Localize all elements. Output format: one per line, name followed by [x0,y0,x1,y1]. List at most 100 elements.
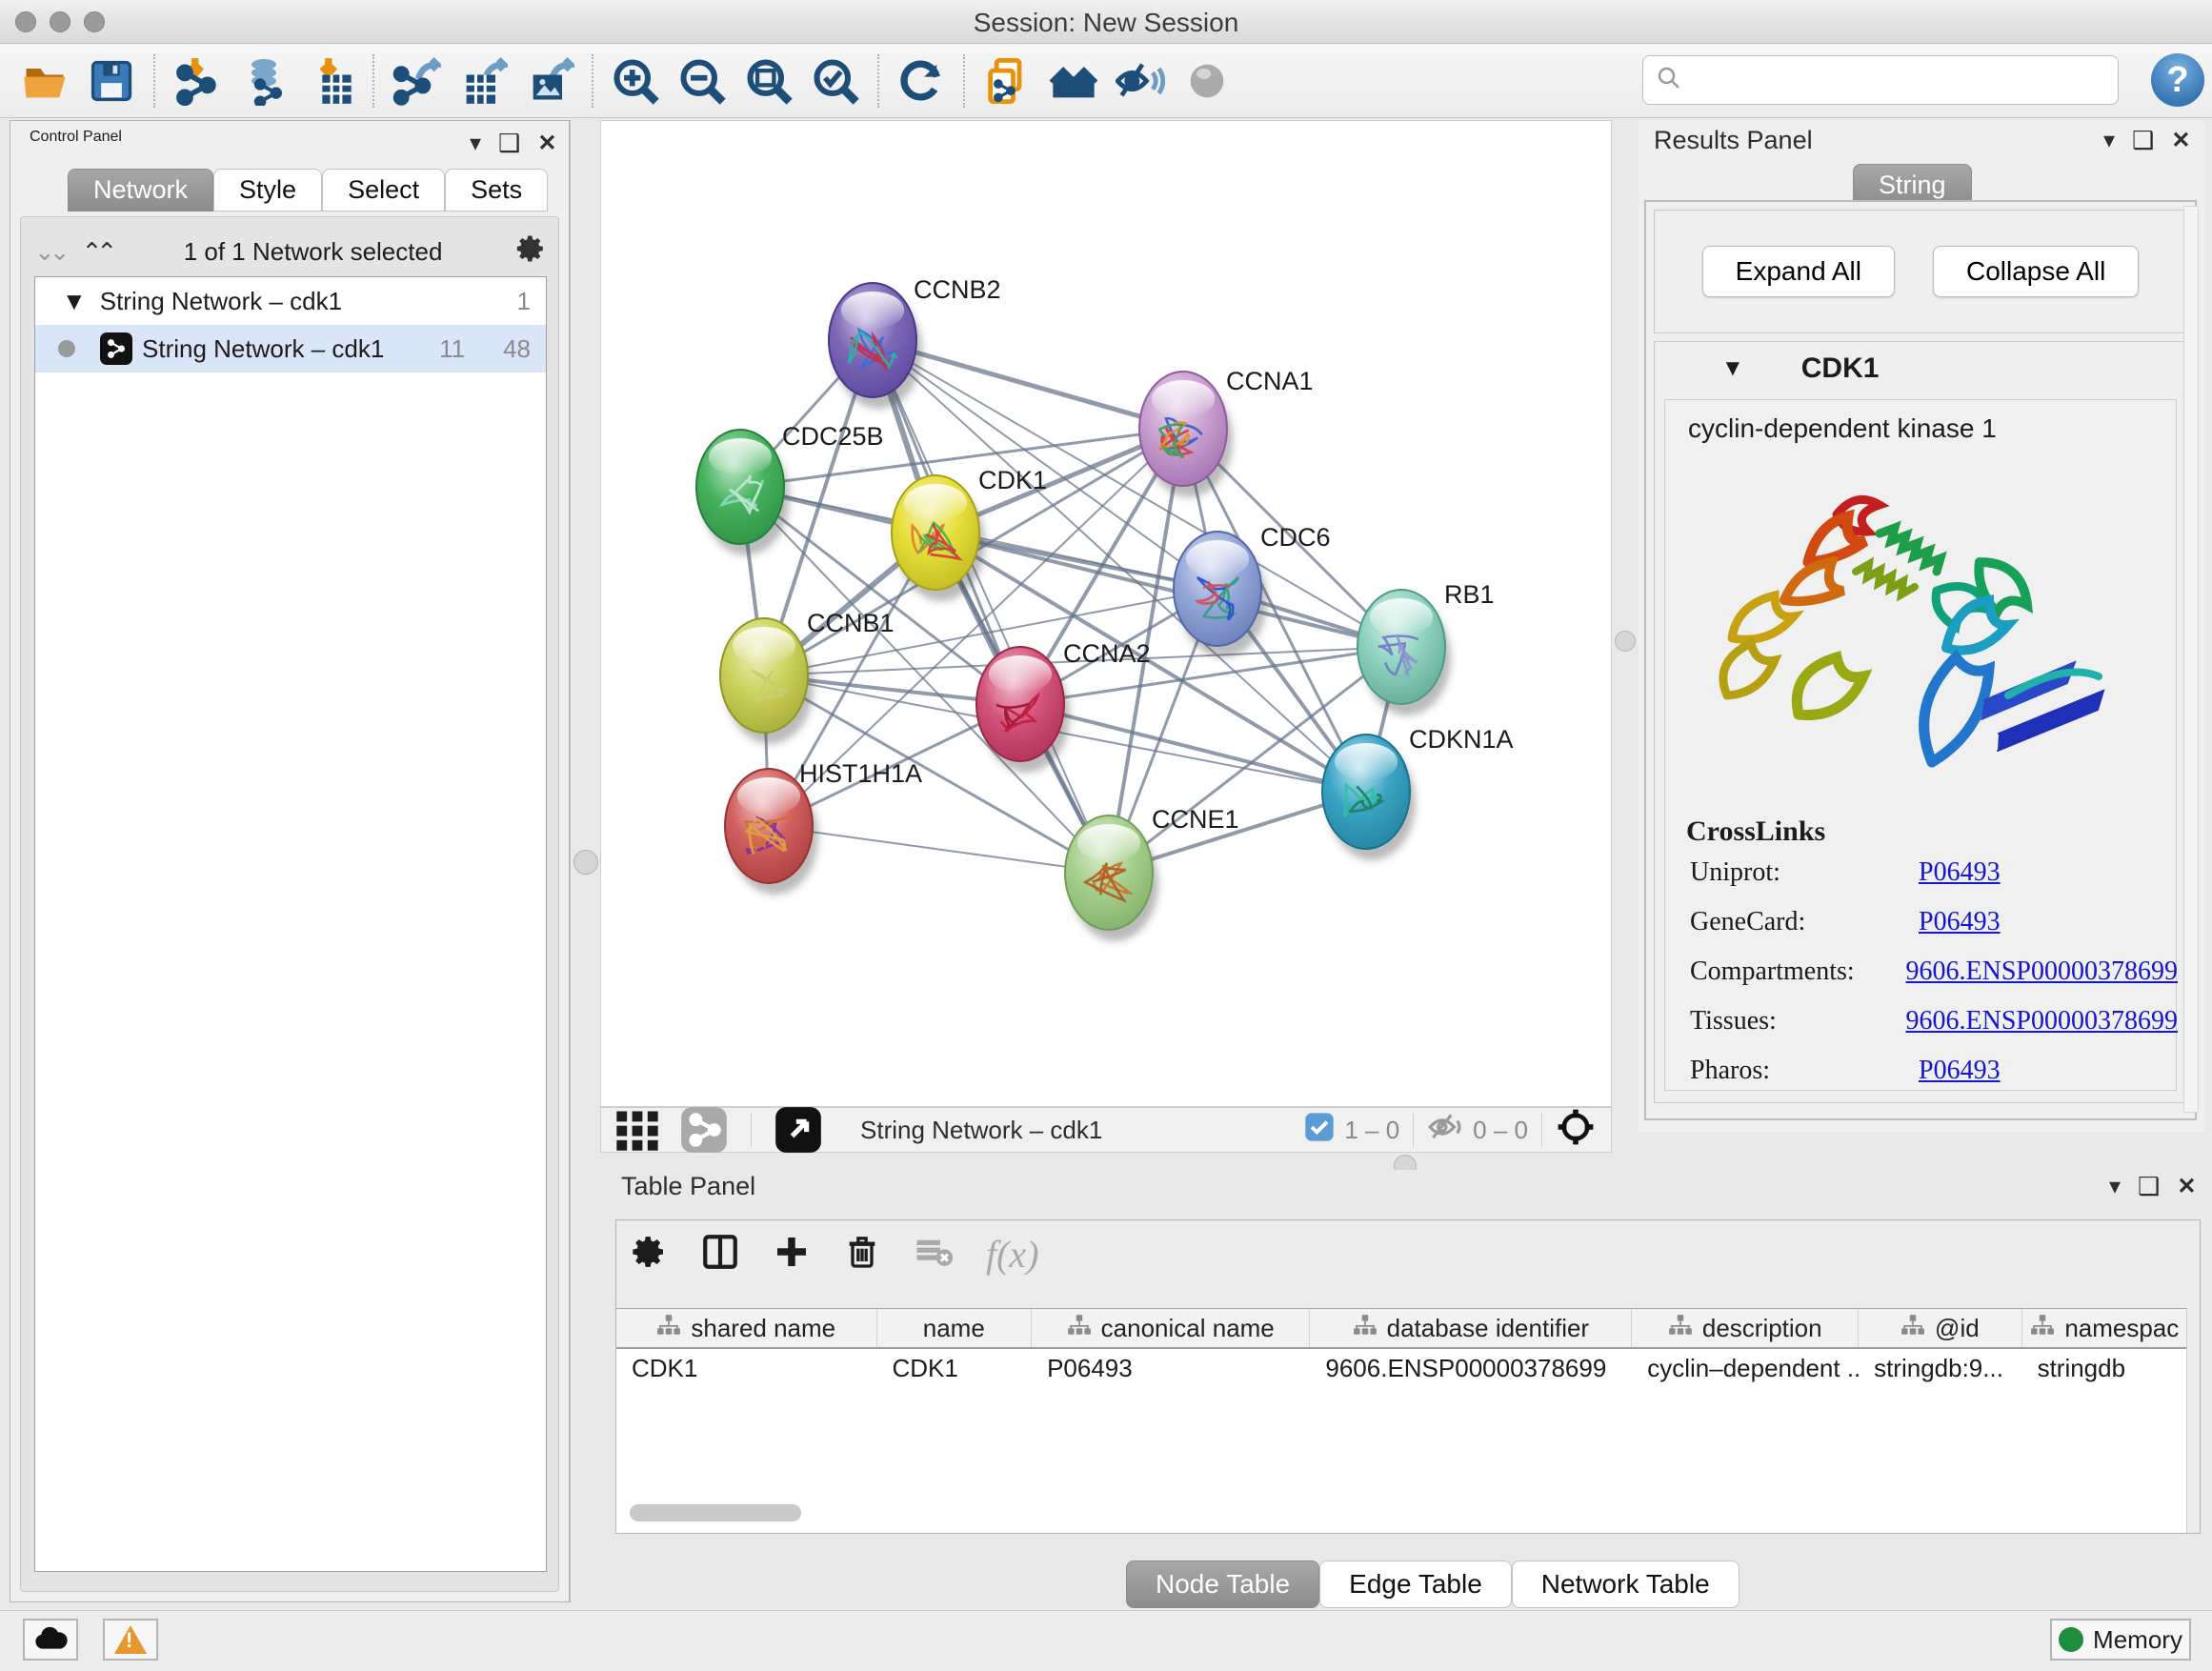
crosslink-link[interactable]: 9606.ENSP00000378699 [1906,956,2178,987]
collapse-all-chevron-icon[interactable]: ⌄⌄ [34,237,65,267]
export-network-icon[interactable] [390,54,443,108]
table-cell[interactable]: cyclin–dependent ... [1632,1349,1859,1387]
collapse-all-button[interactable]: Collapse All [1933,246,2139,297]
tab-edge-table[interactable]: Edge Table [1319,1560,1512,1608]
crosslink-link[interactable]: P06493 [1919,907,2001,937]
tab-sets[interactable]: Sets [445,169,548,211]
results-panel-collapse-icon[interactable]: ▾ [2103,127,2115,154]
results-panel-close-icon[interactable]: ✕ [2171,127,2190,154]
open-session-folder-icon[interactable] [18,54,71,108]
column-header--id[interactable]: @id [1859,1309,2021,1347]
control-panel-collapse-icon[interactable]: ▾ [470,130,481,157]
toolbar-separator [592,54,593,108]
import-network-icon[interactable] [171,54,224,108]
expand-all-chevron-icon[interactable]: ⌃⌃ [82,237,112,267]
add-column-plus-icon[interactable] [773,1233,811,1276]
crosslink-link[interactable]: 9606.ENSP00000378699 [1906,1006,2178,1037]
table-cell[interactable]: stringdb:9... [1859,1349,2021,1387]
left-splitter-handle[interactable] [573,850,598,875]
import-table-icon[interactable] [304,54,357,108]
table-vscrollbar[interactable] [2186,1308,2200,1533]
right-splitter[interactable] [1612,120,1639,1126]
birdseye-view-icon[interactable] [772,1103,825,1157]
zoom-fit-icon[interactable] [742,54,795,108]
tab-node-table[interactable]: Node Table [1126,1560,1319,1608]
selected-checkbox-icon[interactable] [1304,1112,1335,1149]
column-header-database-identifier[interactable]: database identifier [1310,1309,1632,1347]
table-cell[interactable]: 9606.ENSP00000378699 [1310,1349,1632,1387]
zoom-selected-icon[interactable] [809,54,862,108]
first-neighbors-houses-icon[interactable] [1047,54,1100,108]
column-header-shared-name[interactable]: shared name [616,1309,877,1347]
left-splitter[interactable] [570,120,600,1602]
table-cell[interactable]: CDK1 [876,1349,1032,1387]
table-panel-float-icon[interactable]: ❑ [2138,1172,2160,1201]
network-collection-row[interactable]: ▼ String Network – cdk1 1 [35,277,546,325]
table-cell[interactable]: CDK1 [616,1349,876,1387]
network-canvas[interactable]: CCNB2CCNA1CDC25BCDK1CDC6RB1CCNB1CCNA2CDK… [600,120,1612,1107]
string-view-icon[interactable] [677,1103,731,1157]
warnings-button[interactable] [103,1619,158,1661]
zoom-in-icon[interactable] [609,54,662,108]
expand-all-button[interactable]: Expand All [1702,246,1895,297]
table-cell[interactable]: stringdb [2022,1349,2188,1387]
search-box[interactable] [1642,55,2119,105]
save-session-icon[interactable] [85,54,138,108]
select-columns-icon[interactable] [700,1232,740,1277]
column-header-name[interactable]: name [877,1309,1033,1347]
cloud-button[interactable] [23,1619,78,1661]
tab-network-table[interactable]: Network Table [1512,1560,1739,1608]
column-header-namespac[interactable]: namespac [2022,1309,2188,1347]
delete-table-icon[interactable] [914,1232,954,1277]
hidden-eye-slash-icon[interactable] [1427,1109,1463,1152]
search-icon [1655,64,1683,97]
export-image-icon[interactable] [523,54,576,108]
refresh-view-icon[interactable] [895,54,948,108]
search-input[interactable] [1683,66,2102,95]
status-bar: Memory [0,1610,2212,1671]
table-panel-close-icon[interactable]: ✕ [2177,1173,2196,1200]
crosslink-row: Tissues: 9606.ENSP00000378699 [1690,1006,2178,1037]
table-hscrollbar-thumb[interactable] [630,1504,801,1521]
tab-select[interactable]: Select [322,169,445,211]
duplicate-network-icon[interactable] [980,54,1034,108]
control-panel-float-icon[interactable]: ❑ [498,129,520,158]
gene-collapse-triangle-icon[interactable]: ▼ [1721,355,1744,382]
hide-selected-icon[interactable] [1114,54,1167,108]
network-node-count: 11 [439,334,465,364]
table-cell[interactable]: P06493 [1032,1349,1310,1387]
node-label-CDC25B: CDC25B [782,422,884,451]
control-panel-close-icon[interactable]: ✕ [537,130,556,157]
table-panel-collapse-icon[interactable]: ▾ [2109,1173,2121,1200]
crosslink-row: Compartments: 9606.ENSP00000378699 [1690,956,2178,987]
warning-icon [114,1625,147,1654]
table-row[interactable]: CDK1CDK1P064939606.ENSP00000378699cyclin… [616,1349,2188,1387]
crosslink-link[interactable]: P06493 [1919,1056,2001,1086]
column-header-canonical-name[interactable]: canonical name [1032,1309,1310,1347]
zoom-out-icon[interactable] [675,54,729,108]
results-panel-float-icon[interactable]: ❑ [2132,126,2154,155]
table-settings-gear-icon[interactable] [630,1233,668,1276]
column-header-description[interactable]: description [1632,1309,1859,1347]
node-label-HIST1H1A: HIST1H1A [799,759,922,788]
network-options-gear-icon[interactable] [514,232,547,272]
grid-view-icon[interactable] [611,1103,664,1157]
crosslink-link[interactable]: P06493 [1919,857,2001,888]
selection-mode-crosshair-icon[interactable] [1556,1107,1596,1154]
results-scrollbar[interactable] [2183,206,2199,1113]
network-edge [1020,704,1366,792]
right-splitter-handle[interactable] [1615,631,1636,652]
tab-style[interactable]: Style [213,169,322,211]
help-button[interactable]: ? [2151,53,2204,107]
import-network-database-icon[interactable] [237,54,291,108]
show-all-icon[interactable] [1180,54,1234,108]
function-builder-fx-icon[interactable]: f(x) [986,1232,1039,1277]
network-row[interactable]: String Network – cdk1 11 48 [35,325,546,372]
collection-expand-triangle-icon[interactable]: ▼ [62,287,87,316]
tab-network[interactable]: Network [68,169,213,211]
export-table-icon[interactable] [456,54,510,108]
delete-column-trash-icon[interactable] [843,1233,881,1276]
gene-symbol: CDK1 [1801,352,1880,385]
column-type-icon [2030,1313,2055,1344]
memory-button[interactable]: Memory [2050,1619,2191,1661]
